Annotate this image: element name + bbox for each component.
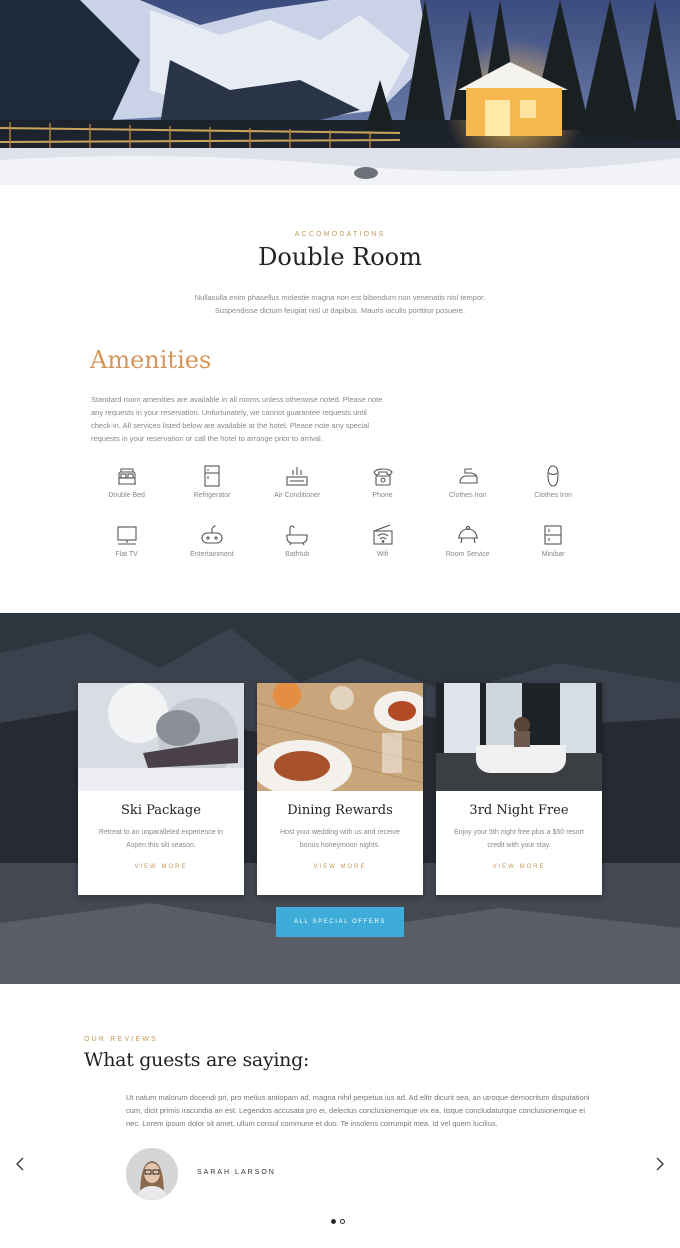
view-more-link[interactable]: VIEW MORE (257, 864, 423, 870)
amenity-bathtub: Bathtub (255, 523, 340, 567)
amenity-entertainment: Entertainment (169, 523, 254, 567)
review-quote: Ut natum malorum docendi pri, pro melius… (126, 1093, 590, 1128)
slipper-icon (547, 465, 559, 487)
view-more-link[interactable]: VIEW MORE (436, 864, 602, 870)
offer-card-ski-package: Ski Package Retreat to an unparalleled e… (78, 683, 244, 895)
dining-photo (257, 683, 423, 791)
offer-card-3rd-night-free: 3rd Night Free Enjoy your 5th night free… (436, 683, 602, 895)
special-offers-section: Ski Package Retreat to an unparalleled e… (0, 613, 680, 984)
amenity-refrigerator: Refrigerator (169, 464, 254, 508)
amenity-phone: Phone (340, 464, 425, 508)
amenity-air-conditioner: Air Conditioner (255, 464, 340, 508)
avatar (126, 1148, 178, 1200)
hero-image (0, 0, 680, 185)
carousel-dots (331, 1219, 345, 1224)
iron-icon (459, 468, 478, 484)
amenities-description: Standard room amenities are available in… (91, 395, 383, 443)
amenity-double-bed: Double Bed (84, 464, 169, 508)
amenity-slippers: Clothes Iron (510, 464, 595, 508)
amenity-minibar: Minibar (510, 523, 595, 567)
tv-icon (117, 526, 137, 545)
reviews-title: What guests are saying: (84, 1049, 310, 1071)
carousel-dot-1[interactable] (331, 1219, 336, 1224)
all-special-offers-button[interactable]: ALL SPECIAL OFFERS (276, 907, 404, 937)
bathtub-icon (286, 525, 308, 546)
amenity-room-service: Room Service (425, 523, 510, 567)
refrigerator-icon (204, 465, 220, 487)
offer-description: Host your wedding with us and receive bo… (280, 829, 400, 849)
phone-icon (372, 468, 393, 486)
offer-card-dining-rewards: Dining Rewards Host your wedding with us… (257, 683, 423, 895)
cloche-icon (457, 525, 478, 544)
view-more-link[interactable]: VIEW MORE (78, 864, 244, 870)
carousel-dot-2[interactable] (340, 1219, 345, 1224)
ski-photo (78, 683, 244, 791)
amenity-wifi: Wifi (340, 523, 425, 567)
offer-title: Dining Rewards (287, 803, 393, 818)
reviews-eyebrow: OUR REVIEWS (84, 1036, 158, 1043)
section-eyebrow: ACCOMODATIONS (294, 231, 386, 238)
page-title: Double Room (258, 243, 422, 271)
offer-title: 3rd Night Free (469, 803, 569, 818)
offer-title: Ski Package (121, 803, 201, 818)
bath-photo (436, 683, 602, 791)
offer-description: Retreat to an unparalleled experience in… (98, 829, 224, 849)
amenity-clothes-iron: Clothes Iron (425, 464, 510, 508)
minibar-icon (544, 525, 562, 545)
air-conditioner-icon (286, 467, 308, 486)
wifi-icon (372, 524, 393, 545)
reviewer-name: SARAH LARSON (197, 1169, 276, 1176)
gamepad-icon (201, 524, 223, 544)
offer-description: Enjoy your 5th night free plus a $50 res… (454, 829, 584, 849)
next-arrow-icon[interactable] (654, 1156, 666, 1172)
prev-arrow-icon[interactable] (14, 1156, 26, 1172)
amenities-grid: Double Bed Refrigerator Air Conditioner … (84, 464, 596, 567)
amenities-title: Amenities (90, 346, 212, 374)
bed-icon (117, 468, 136, 485)
amenity-flat-tv: Flat TV (84, 523, 169, 567)
intro-description: Nullasulla enim phasellus molestie magna… (194, 293, 486, 315)
